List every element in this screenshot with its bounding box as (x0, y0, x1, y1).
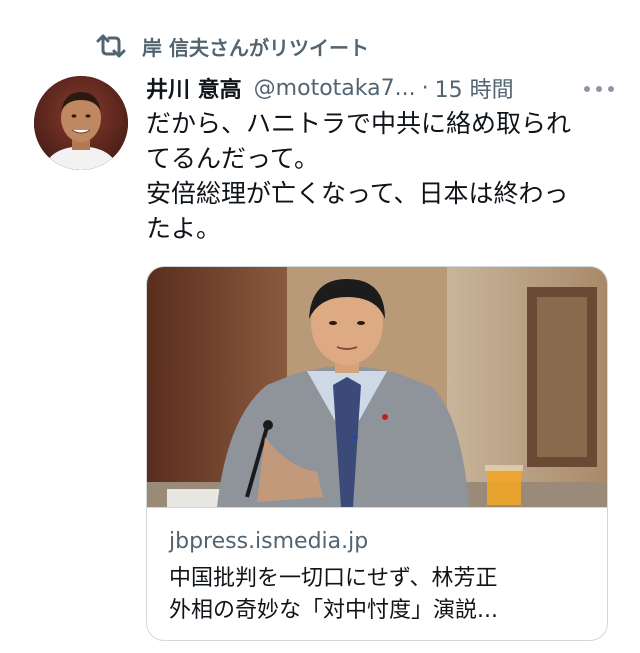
retweet-context[interactable]: 岸 信夫さんがリツイート (94, 30, 369, 62)
tweet-text-line: 安倍総理が亡くなって、日本は終わっ (146, 179, 569, 208)
tweet-header: 井川 意高 @mototaka7... · 15 時間 (146, 70, 620, 106)
link-card[interactable]: jbpress.ismedia.jp 中国批判を一切口にせず、林芳正 外相の奇妙… (146, 266, 608, 641)
retweet-icon (96, 34, 126, 58)
card-photo (147, 267, 607, 507)
avatar[interactable] (34, 76, 128, 170)
tweet-text-line: たよ。 (146, 214, 222, 243)
card-image[interactable] (147, 267, 607, 508)
tweet-text: だから、ハニトラで中共に絡め取られ てるんだって。 安倍総理が亡くなって、日本は… (146, 106, 616, 246)
tweet-text-line: だから、ハニトラで中共に絡め取られ (146, 109, 572, 138)
card-title: 中国批判を一切口にせず、林芳正 外相の奇妙な「対中忖度」演説... (169, 563, 589, 627)
card-title-line: 中国批判を一切口にせず、林芳正 (169, 566, 498, 591)
tweet-time[interactable]: 15 時間 (435, 72, 514, 104)
display-name[interactable]: 井川 意高 (146, 72, 242, 104)
tweet-text-line: てるんだって。 (146, 144, 320, 173)
card-title-line: 外相の奇妙な「対中忖度」演説... (169, 598, 498, 623)
retweet-label: 岸 信夫さんがリツイート (142, 35, 369, 60)
avatar-image (34, 76, 128, 170)
more-icon[interactable] (582, 80, 616, 98)
user-handle[interactable]: @mototaka7... (254, 76, 416, 101)
card-domain: jbpress.ismedia.jp (169, 529, 369, 554)
separator: · (421, 75, 429, 101)
